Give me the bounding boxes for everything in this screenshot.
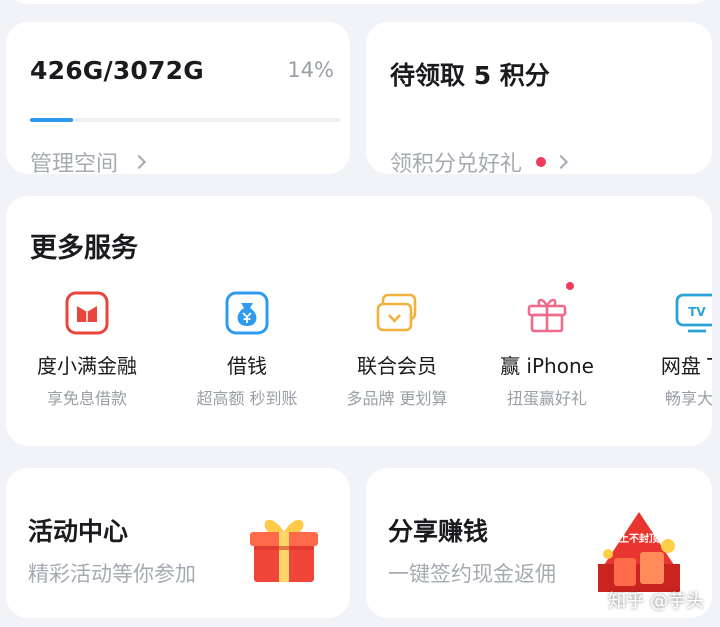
service-name: 网盘 TV bbox=[660, 354, 712, 378]
money-bag-icon bbox=[224, 290, 270, 336]
services-row[interactable]: 度小满金融 享免息借款 借钱 超高额 秒到账 联合会员 多品牌 更划算 赢 iP… bbox=[6, 280, 712, 410]
service-joint-membership[interactable]: 联合会员 多品牌 更划算 bbox=[322, 290, 472, 409]
service-name: 赢 iPhone bbox=[500, 354, 594, 378]
chevron-right-icon bbox=[131, 154, 147, 170]
gift-box-illustration-icon bbox=[244, 508, 324, 588]
service-name: 联合会员 bbox=[357, 354, 437, 378]
share-earn-title: 分享赚钱 bbox=[388, 517, 489, 546]
service-borrow-money[interactable]: 借钱 超高额 秒到账 bbox=[172, 290, 322, 409]
activity-center-subtitle: 精彩活动等你参加 bbox=[28, 562, 196, 586]
red-packet-art-text: 上不封顶 bbox=[619, 532, 659, 545]
service-subtitle: 超高额 秒到账 bbox=[196, 389, 298, 408]
service-duxiaoman-finance[interactable]: 度小满金融 享免息借款 bbox=[12, 290, 162, 409]
manage-space-link[interactable]: 管理空间 bbox=[30, 146, 147, 178]
redeem-points-link[interactable]: 领积分兑好礼 bbox=[390, 146, 569, 178]
tv-icon: TV bbox=[674, 290, 712, 336]
notification-dot bbox=[536, 157, 547, 167]
service-name: 度小满金融 bbox=[37, 354, 137, 378]
service-netdisk-tv[interactable]: TV 网盘 TV 畅享大屏 bbox=[622, 290, 712, 409]
duxiaoman-finance-icon bbox=[64, 290, 110, 336]
share-earn-subtitle: 一键签约现金返佣 bbox=[388, 562, 556, 586]
membership-cards-icon bbox=[374, 290, 420, 336]
points-card[interactable]: 待领取 5 积分 领积分兑好礼 bbox=[366, 22, 712, 177]
storage-percent: 14% bbox=[287, 58, 334, 82]
gift-box-icon bbox=[524, 280, 576, 336]
notification-dot bbox=[564, 280, 576, 292]
top-card-edge bbox=[6, 0, 714, 4]
activity-center-title: 活动中心 bbox=[28, 517, 129, 546]
service-subtitle: 畅享大屏 bbox=[664, 389, 712, 408]
red-packet-illustration-icon: 上不封顶 bbox=[592, 506, 686, 596]
manage-space-label: 管理空间 bbox=[30, 152, 119, 177]
more-services-card: 更多服务 度小满金融 享免息借款 借钱 超高额 秒到账 联合会员 多品牌 更划算… bbox=[6, 196, 712, 446]
service-subtitle: 多品牌 更划算 bbox=[346, 389, 448, 408]
service-win-iphone[interactable]: 赢 iPhone 扭蛋赢好礼 bbox=[472, 280, 622, 409]
pending-points-title: 待领取 5 积分 bbox=[390, 61, 550, 90]
storage-progress-bar bbox=[30, 118, 340, 122]
more-services-title: 更多服务 bbox=[30, 233, 138, 264]
storage-usage-text: 426G/3072G bbox=[30, 56, 204, 85]
service-subtitle: 享免息借款 bbox=[46, 389, 127, 408]
service-subtitle: 扭蛋赢好礼 bbox=[506, 389, 587, 408]
storage-card[interactable]: 426G/3072G 14% 管理空间 bbox=[6, 22, 350, 177]
watermark: 知乎 @芋头 bbox=[608, 591, 704, 612]
redeem-points-label: 领积分兑好礼 bbox=[390, 152, 523, 177]
activity-center-card[interactable]: 活动中心 精彩活动等你参加 bbox=[6, 468, 350, 618]
svg-text:TV: TV bbox=[688, 305, 706, 319]
service-name: 借钱 bbox=[227, 354, 267, 378]
chevron-right-icon bbox=[553, 154, 569, 170]
storage-progress-fill bbox=[30, 118, 74, 122]
